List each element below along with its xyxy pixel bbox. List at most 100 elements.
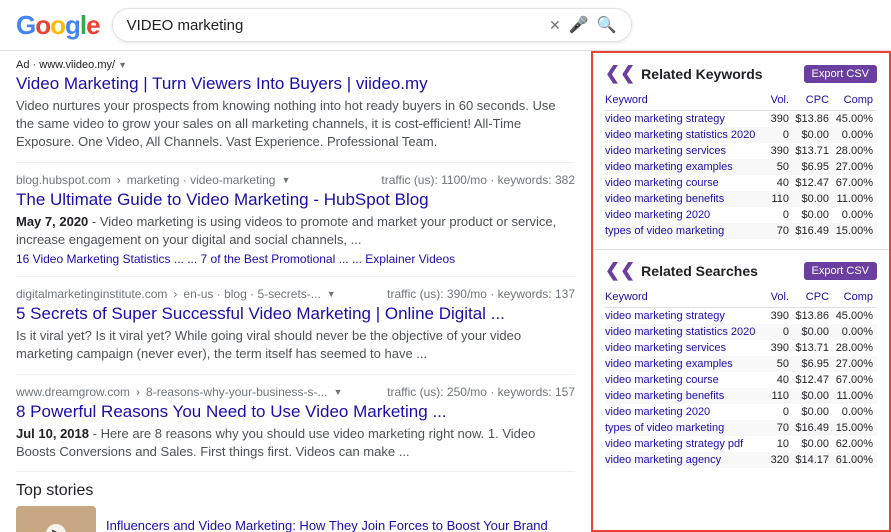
mic-button[interactable]: 🎤	[569, 15, 589, 35]
table-row: video marketing course 40 $12.47 67.00%	[605, 372, 877, 388]
keyword-cell[interactable]: video marketing 2020	[605, 404, 769, 420]
cpc-cell: $0.00	[793, 388, 833, 404]
table-row: video marketing 2020 0 $0.00 0.00%	[605, 207, 877, 223]
comp-cell: 28.00%	[833, 340, 877, 356]
related-searches-title: Related Searches	[641, 263, 758, 279]
search-button[interactable]: 🔍	[597, 15, 617, 35]
col-keyword-1: Keyword	[605, 92, 769, 111]
related-keywords-section: ❮❮ Related Keywords Export CSV Keyword V…	[593, 53, 889, 250]
cpc-cell: $12.47	[793, 175, 833, 191]
keyword-cell[interactable]: video marketing services	[605, 143, 769, 159]
story-info-1: Influencers and Video Marketing: How The…	[106, 518, 575, 532]
comp-cell: 15.00%	[833, 420, 877, 436]
vol-cell: 390	[769, 111, 793, 128]
result-snippet-3: Jul 10, 2018 - Here are 8 reasons why yo…	[16, 425, 575, 461]
vol-cell: 10	[769, 436, 793, 452]
related-keywords-title: Related Keywords	[641, 66, 762, 82]
widget-icon-1: ❮❮	[605, 63, 635, 84]
vol-cell: 50	[769, 356, 793, 372]
table-row: video marketing benefits 110 $0.00 11.00…	[605, 388, 877, 404]
widget-title-row-2: ❮❮ Related Searches	[605, 260, 758, 281]
export-csv-button-1[interactable]: Export CSV	[804, 65, 877, 83]
table-row: video marketing strategy pdf 10 $0.00 62…	[605, 436, 877, 452]
comp-cell: 45.00%	[833, 308, 877, 325]
ad-title[interactable]: Video Marketing | Turn Viewers Into Buye…	[16, 73, 575, 95]
keyword-cell[interactable]: video marketing benefits	[605, 388, 769, 404]
comp-cell: 61.00%	[833, 452, 877, 468]
keyword-cell[interactable]: video marketing examples	[605, 356, 769, 372]
comp-cell: 27.00%	[833, 159, 877, 175]
keyword-cell[interactable]: video marketing agency	[605, 452, 769, 468]
related-keywords-header: ❮❮ Related Keywords Export CSV	[605, 63, 877, 84]
vol-cell: 0	[769, 324, 793, 340]
col-cpc-1: CPC	[793, 92, 833, 111]
keyword-cell[interactable]: video marketing strategy	[605, 111, 769, 128]
comp-cell: 0.00%	[833, 127, 877, 143]
keyword-cell[interactable]: types of video marketing	[605, 420, 769, 436]
keyword-cell[interactable]: types of video marketing	[605, 223, 769, 239]
main-content: Ad · www.viideo.my/ ▼ Video Marketing | …	[0, 51, 891, 532]
comp-cell: 28.00%	[833, 143, 877, 159]
result-meta-1: blog.hubspot.com › marketing · video-mar…	[16, 173, 575, 187]
keyword-cell[interactable]: video marketing course	[605, 372, 769, 388]
table-row: video marketing benefits 110 $0.00 11.00…	[605, 191, 877, 207]
ad-snippet: Video nurtures your prospects from knowi…	[16, 97, 575, 152]
comp-cell: 27.00%	[833, 356, 877, 372]
vol-cell: 0	[769, 207, 793, 223]
cpc-cell: $14.17	[793, 452, 833, 468]
vol-cell: 390	[769, 143, 793, 159]
search-input[interactable]	[127, 17, 541, 34]
table-row: types of video marketing 70 $16.49 15.00…	[605, 420, 877, 436]
table-row: video marketing strategy 390 $13.86 45.0…	[605, 308, 877, 325]
keyword-cell[interactable]: video marketing services	[605, 340, 769, 356]
comp-cell: 0.00%	[833, 404, 877, 420]
cpc-cell: $0.00	[793, 324, 833, 340]
story-item-1: ▶ Influencers and Video Marketing: How T…	[16, 506, 575, 532]
vol-cell: 110	[769, 388, 793, 404]
table-row: video marketing examples 50 $6.95 27.00%	[605, 159, 877, 175]
vol-cell: 70	[769, 420, 793, 436]
comp-cell: 0.00%	[833, 324, 877, 340]
table-row: video marketing strategy 390 $13.86 45.0…	[605, 111, 877, 128]
keyword-cell[interactable]: video marketing strategy pdf	[605, 436, 769, 452]
comp-cell: 0.00%	[833, 207, 877, 223]
results-panel: Ad · www.viideo.my/ ▼ Video Marketing | …	[0, 51, 591, 532]
clear-button[interactable]: ✕	[549, 17, 561, 34]
cpc-cell: $16.49	[793, 223, 833, 239]
table-header-row-2: Keyword Vol. CPC Comp	[605, 289, 877, 308]
keyword-cell[interactable]: video marketing statistics 2020	[605, 324, 769, 340]
result-title-1[interactable]: The Ultimate Guide to Video Marketing - …	[16, 189, 575, 211]
keyword-cell[interactable]: video marketing examples	[605, 159, 769, 175]
keyword-cell[interactable]: video marketing strategy	[605, 308, 769, 325]
sub-links-1: 16 Video Marketing Statistics ... ... 7 …	[16, 252, 575, 266]
keyword-cell[interactable]: video marketing statistics 2020	[605, 127, 769, 143]
col-keyword-2: Keyword	[605, 289, 769, 308]
vol-cell: 390	[769, 308, 793, 325]
comp-cell: 11.00%	[833, 388, 877, 404]
vol-cell: 390	[769, 340, 793, 356]
table-row: video marketing services 390 $13.71 28.0…	[605, 143, 877, 159]
google-logo: Google	[16, 10, 100, 41]
result-title-3[interactable]: 8 Powerful Reasons You Need to Use Video…	[16, 401, 575, 423]
header: Google ✕ 🎤 🔍	[0, 0, 891, 51]
story-thumbnail-1: ▶	[16, 506, 96, 532]
result-title-2[interactable]: 5 Secrets of Super Successful Video Mark…	[16, 303, 575, 325]
ad-label: Ad · www.viideo.my/ ▼	[16, 59, 575, 71]
result-meta-3: www.dreamgrow.com › 8-reasons-why-your-b…	[16, 385, 575, 399]
keyword-cell[interactable]: video marketing 2020	[605, 207, 769, 223]
keyword-cell[interactable]: video marketing course	[605, 175, 769, 191]
cpc-cell: $13.71	[793, 340, 833, 356]
result-snippet-1: May 7, 2020 - Video marketing is using v…	[16, 213, 575, 249]
result-snippet-2: Is it viral yet? Is it viral yet? While …	[16, 327, 575, 363]
vol-cell: 110	[769, 191, 793, 207]
comp-cell: 62.00%	[833, 436, 877, 452]
cpc-cell: $16.49	[793, 420, 833, 436]
story-title-1[interactable]: Influencers and Video Marketing: How The…	[106, 518, 575, 532]
keyword-cell[interactable]: video marketing benefits	[605, 191, 769, 207]
related-searches-table: Keyword Vol. CPC Comp video marketing st…	[605, 289, 877, 468]
play-button-1[interactable]: ▶	[46, 524, 66, 532]
table-row: video marketing 2020 0 $0.00 0.00%	[605, 404, 877, 420]
cpc-cell: $6.95	[793, 159, 833, 175]
export-csv-button-2[interactable]: Export CSV	[804, 262, 877, 280]
vol-cell: 320	[769, 452, 793, 468]
